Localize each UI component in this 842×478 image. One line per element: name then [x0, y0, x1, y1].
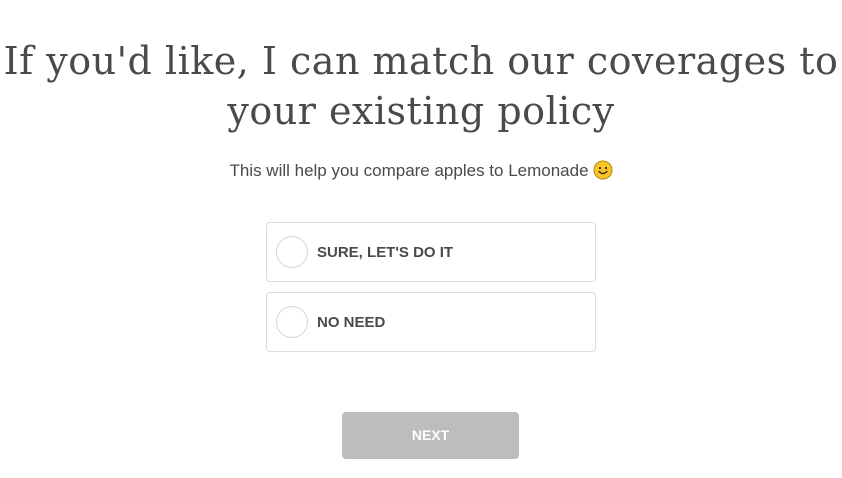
page-subtitle: This will help you compare apples to Lem…: [0, 158, 842, 184]
page-title: If you'd like, I can match our coverages…: [3, 39, 839, 133]
option-label: SURE, LET'S DO IT: [317, 243, 454, 261]
smiley-face-icon: [593, 160, 613, 180]
option-sure-lets-do-it[interactable]: SURE, LET'S DO IT: [266, 222, 596, 282]
option-label: NO NEED: [317, 313, 386, 331]
option-no-need[interactable]: NO NEED: [266, 292, 596, 352]
page: If you'd like, I can match our coverages…: [0, 0, 842, 478]
subtitle-text: This will help you compare apples to Lem…: [229, 161, 589, 180]
radio-button[interactable]: [276, 236, 308, 268]
answer-options: SURE, LET'S DO IT NO NEED: [266, 222, 596, 362]
next-button[interactable]: NEXT: [342, 412, 519, 459]
radio-button[interactable]: [276, 306, 308, 338]
